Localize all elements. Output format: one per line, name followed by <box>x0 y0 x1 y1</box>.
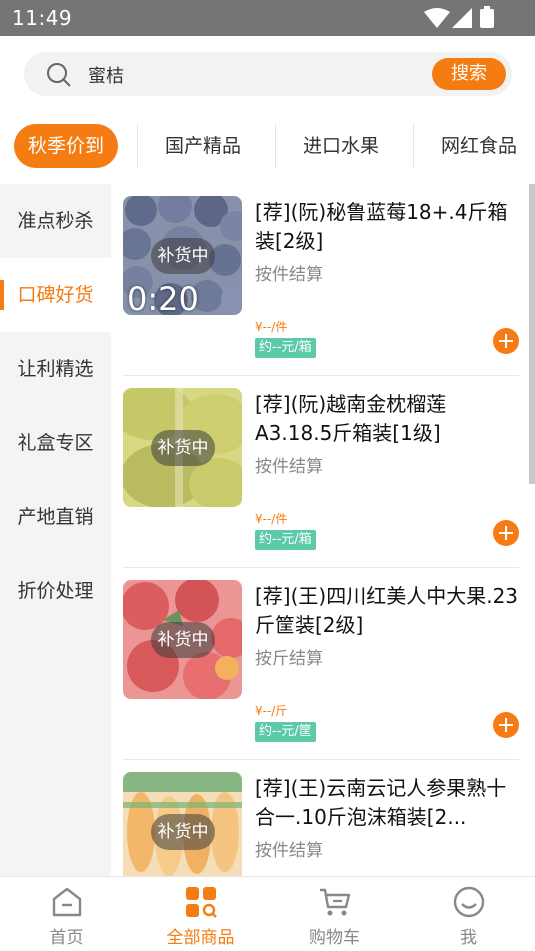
tab-autumn-price[interactable]: 秋季价到 <box>14 124 119 168</box>
nav-me[interactable]: 我 <box>402 877 535 951</box>
nav-label: 购物车 <box>309 928 360 948</box>
tab-domestic[interactable]: 国产精品 <box>165 124 241 168</box>
search-icon <box>47 63 71 87</box>
product-image-citrus: 补货中 <box>123 580 242 699</box>
product-image-blueberry: 补货中 0:20 <box>123 196 242 315</box>
cell-signal-icon <box>452 8 472 28</box>
unit-price-tag: 约--元/筐 <box>255 722 316 742</box>
settlement-method: 按斤结算 <box>255 649 323 669</box>
search-bar: 蜜桔 搜索 <box>0 36 535 114</box>
search-value: 蜜桔 <box>88 66 124 87</box>
product-title[interactable]: [荐](王)四川红美人中大果.23斤筐装[2级] <box>255 582 523 640</box>
category-sidebar: 准点秒杀 口碑好货 让利精选 礼盒专区 产地直销 折价处理 <box>0 184 111 876</box>
search-button[interactable]: 搜索 <box>432 58 506 90</box>
restocking-badge: 补货中 <box>151 238 215 274</box>
settlement-method: 按件结算 <box>255 265 323 285</box>
product-list: 补货中 0:20 [荐](阮)秘鲁蓝莓18+.4斤箱装[2级] 按件结算 ¥--… <box>111 184 535 876</box>
product-title[interactable]: [荐](阮)越南金枕榴莲A3.18.5斤箱装[1级] <box>255 390 523 448</box>
category-tabs: 秋季价到 国产精品 进口水果 网红食品 <box>0 114 535 180</box>
tab-divider <box>413 124 414 168</box>
product-image-durian: 补货中 <box>123 388 242 507</box>
bottom-nav: 首页 全部商品 购物车 我 <box>0 876 535 951</box>
sidebar-item-reputation[interactable]: 口碑好货 <box>0 258 111 332</box>
status-bar: 11:49 <box>0 0 535 36</box>
add-to-cart-icon[interactable] <box>493 520 519 546</box>
sidebar-item-flash-sale[interactable]: 准点秒杀 <box>0 184 111 258</box>
add-to-cart-icon[interactable] <box>493 712 519 738</box>
restocking-badge: 补货中 <box>151 814 215 850</box>
product-card[interactable]: 补货中 [荐](王)云南云记人参果熟十合一.10斤泡沫箱装[2... 按件结算 <box>123 760 519 876</box>
unit-price-tag: 约--元/箱 <box>255 338 316 358</box>
app-screen: 11:49 蜜桔 搜索 秋季价到 国产精品 进口水果 网红食品 准点秒杀 口碑好… <box>0 0 535 951</box>
product-title[interactable]: [荐](阮)秘鲁蓝莓18+.4斤箱装[2级] <box>255 198 523 256</box>
product-price: ¥--/斤 <box>255 704 288 718</box>
wifi-icon <box>424 8 450 28</box>
sidebar-item-giftbox[interactable]: 礼盒专区 <box>0 406 111 480</box>
settlement-method: 按件结算 <box>255 457 323 477</box>
sidebar-item-label: 口碑好货 <box>17 284 94 306</box>
active-indicator <box>0 280 4 310</box>
nav-cart[interactable]: 购物车 <box>268 877 401 951</box>
home-icon <box>52 887 81 917</box>
tab-trending[interactable]: 网红食品 <box>441 124 517 168</box>
product-price: ¥--/件 <box>255 320 288 334</box>
product-card[interactable]: 补货中 [荐](王)四川红美人中大果.23斤筐装[2级] 按斤结算 ¥--/斤 … <box>123 568 519 760</box>
tab-divider <box>137 124 138 168</box>
smiley-profile-icon <box>453 886 484 918</box>
product-card[interactable]: 补货中 [荐](阮)越南金枕榴莲A3.18.5斤箱装[1级] 按件结算 ¥--/… <box>123 376 519 568</box>
nav-home[interactable]: 首页 <box>0 877 133 951</box>
settlement-method: 按件结算 <box>255 841 323 861</box>
status-time: 11:49 <box>12 6 73 30</box>
product-card[interactable]: 补货中 0:20 [荐](阮)秘鲁蓝莓18+.4斤箱装[2级] 按件结算 ¥--… <box>123 184 519 376</box>
battery-icon <box>480 6 494 28</box>
restocking-badge: 补货中 <box>151 622 215 658</box>
product-image-pepino: 补货中 <box>123 772 242 876</box>
add-to-cart-icon[interactable] <box>493 328 519 354</box>
nav-label: 首页 <box>49 928 84 948</box>
tab-divider <box>275 124 276 168</box>
video-timer: 0:20 <box>127 280 199 315</box>
tab-imported[interactable]: 进口水果 <box>303 124 379 168</box>
scrollbar[interactable] <box>529 184 535 484</box>
sidebar-item-discount[interactable]: 让利精选 <box>0 332 111 406</box>
unit-price-tag: 约--元/箱 <box>255 530 316 550</box>
sidebar-item-origin-direct[interactable]: 产地直销 <box>0 480 111 554</box>
cart-icon <box>319 888 350 916</box>
nav-all-products[interactable]: 全部商品 <box>134 877 267 951</box>
nav-label: 全部商品 <box>166 928 235 948</box>
product-price: ¥--/件 <box>255 512 288 526</box>
restocking-badge: 补货中 <box>151 430 215 466</box>
sidebar-item-clearance[interactable]: 折价处理 <box>0 554 111 628</box>
nav-label: 我 <box>460 928 477 948</box>
product-title[interactable]: [荐](王)云南云记人参果熟十合一.10斤泡沫箱装[2... <box>255 774 523 832</box>
category-grid-icon <box>185 887 217 918</box>
search-input[interactable]: 蜜桔 搜索 <box>24 52 512 96</box>
